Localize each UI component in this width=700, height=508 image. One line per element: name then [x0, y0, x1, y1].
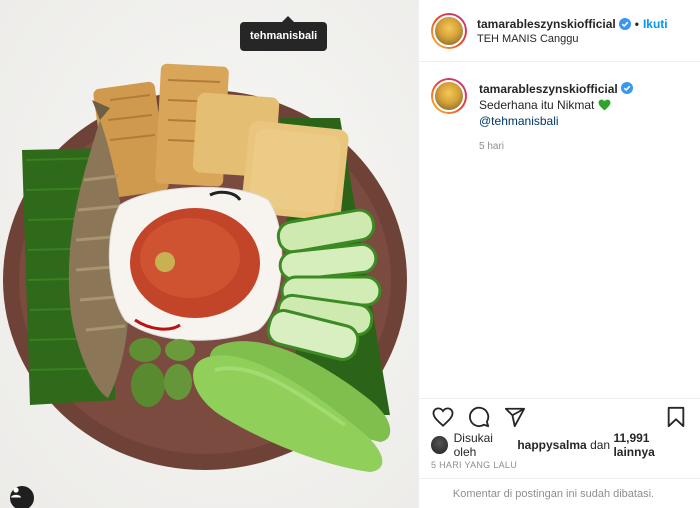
mention-link[interactable]: @tehmanisbali	[479, 114, 559, 128]
liker-username[interactable]: happysalma	[517, 438, 586, 452]
action-bar	[419, 398, 700, 434]
likes-summary: Disukai oleh happysalma dan 11,991 lainn…	[419, 431, 700, 459]
verified-badge-icon	[621, 82, 634, 94]
tag-label: tehmanisbali	[250, 30, 318, 42]
likes-middle: dan	[590, 438, 611, 452]
heart-icon	[432, 406, 454, 427]
avatar[interactable]	[431, 436, 448, 454]
tagged-users-button[interactable]	[10, 486, 34, 508]
comments-area: tamarableszynskiofficial Sederhana itu N…	[419, 62, 700, 398]
comments-disabled-notice: Komentar di postingan ini sudah dibatasi…	[419, 478, 700, 508]
likes-prefix: Disukai oleh	[453, 431, 493, 459]
bookmark-icon	[667, 406, 685, 427]
caption-text: Sederhana itu Nikmat	[479, 98, 595, 112]
post-side-panel: tamarableszynskiofficial • Ikuti TEH MAN…	[418, 0, 700, 508]
share-icon	[504, 407, 526, 427]
separator-dot: •	[634, 16, 639, 31]
comment-button[interactable]	[467, 405, 491, 429]
post-date[interactable]: 5 HARI YANG LALU	[419, 456, 700, 478]
like-button[interactable]	[431, 405, 455, 429]
tag-tooltip[interactable]: tehmanisbali	[240, 16, 328, 51]
caption-time: 5 hari	[479, 141, 505, 152]
comment-icon	[469, 406, 490, 427]
green-heart-icon	[598, 99, 611, 111]
post-photo[interactable]: tehmanisbali	[0, 0, 418, 508]
likes-count-link[interactable]: 11,991 lainnya	[613, 431, 688, 459]
follow-button[interactable]: Ikuti	[643, 17, 668, 31]
location-link[interactable]: TEH MANIS Canggu	[477, 33, 668, 45]
save-button[interactable]	[664, 405, 688, 429]
avatar[interactable]	[431, 78, 467, 114]
avatar[interactable]	[431, 12, 467, 49]
post-header: tamarableszynskiofficial • Ikuti TEH MAN…	[419, 0, 700, 62]
food-illustration	[3, 63, 407, 472]
share-button[interactable]	[503, 405, 527, 429]
sambal-bowl	[108, 186, 283, 341]
verified-badge-icon	[618, 17, 631, 30]
caption-username[interactable]: tamarableszynskiofficial	[479, 82, 618, 96]
user-icon	[11, 487, 21, 498]
caption: tamarableszynskiofficial Sederhana itu N…	[431, 78, 688, 155]
instagram-post: tehmanisbali tamarableszynskiofficial •	[0, 0, 700, 508]
username-link[interactable]: tamarableszynskiofficial	[477, 17, 616, 31]
